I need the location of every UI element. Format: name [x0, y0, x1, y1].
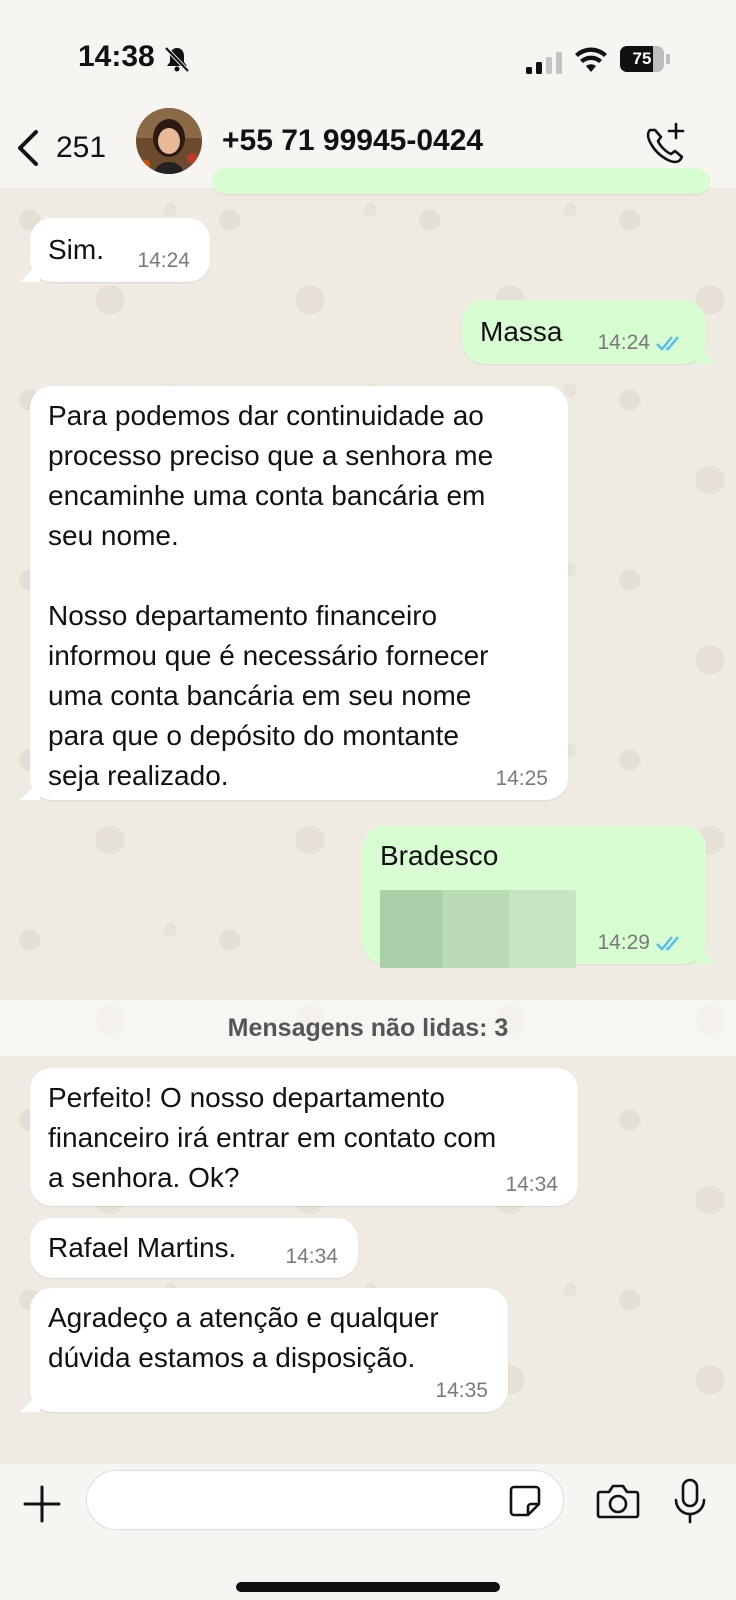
message-bubble[interactable]: Para podemos dar continuidade ao process… — [30, 386, 568, 800]
bell-slash-icon — [164, 46, 190, 73]
message-text: Perfeito! O nosso departamento financeir… — [48, 1082, 497, 1193]
battery-level: 75 — [632, 49, 652, 68]
message-text: Bradesco — [380, 840, 499, 871]
message-bubble[interactable]: Massa 14:24 — [462, 300, 706, 364]
message-bubble[interactable]: Rafael Martins. 14:34 — [30, 1218, 358, 1278]
sticker-icon[interactable] — [508, 1484, 542, 1518]
status-time: 14:38 — [78, 40, 155, 73]
message-time: 14:34 — [285, 1245, 338, 1268]
message-bubble-partial — [212, 168, 710, 194]
message-input[interactable] — [86, 1470, 564, 1530]
wifi-icon — [575, 47, 607, 72]
back-button[interactable]: 251 — [14, 120, 106, 176]
message-time: 14:29 — [597, 931, 650, 954]
microphone-icon[interactable] — [672, 1478, 708, 1524]
plus-icon[interactable] — [22, 1484, 62, 1524]
battery-icon: 75 — [620, 46, 670, 72]
cellular-signal-icon — [526, 52, 562, 74]
add-call-icon[interactable] — [640, 120, 690, 170]
home-indicator — [236, 1582, 500, 1592]
message-time: 14:25 — [495, 767, 548, 790]
message-bubble[interactable]: Perfeito! O nosso departamento financeir… — [30, 1068, 578, 1206]
message-bubble[interactable]: Agradeço a atenção e qualquer dúvida est… — [30, 1288, 508, 1412]
message-text: Massa — [480, 316, 563, 347]
composer-bar — [0, 1464, 736, 1600]
message-text: Sim. — [48, 234, 104, 265]
message-time: 14:35 — [435, 1379, 488, 1402]
message-text: Agradeço a atenção e qualquer dúvida est… — [48, 1302, 439, 1373]
read-ticks-icon — [656, 336, 679, 351]
message-time: 14:34 — [505, 1173, 558, 1196]
message-text: Para podemos dar continuidade ao process… — [48, 400, 494, 791]
unread-messages-banner: Mensagens não lidas: 3 — [0, 1000, 736, 1056]
redacted-area — [380, 890, 576, 968]
avatar[interactable] — [136, 108, 202, 174]
camera-icon[interactable] — [596, 1482, 640, 1520]
contact-name[interactable]: +55 71 99945-0424 — [222, 124, 483, 158]
message-time: 14:24 — [137, 249, 190, 272]
chevron-left-icon — [18, 130, 38, 166]
message-bubble[interactable]: Sim. 14:24 — [30, 218, 210, 282]
status-bar: 14:38 75 — [0, 0, 736, 110]
back-count: 251 — [56, 131, 107, 164]
message-time: 14:24 — [597, 331, 650, 354]
read-ticks-icon — [656, 936, 679, 951]
message-text: Rafael Martins. — [48, 1232, 237, 1263]
